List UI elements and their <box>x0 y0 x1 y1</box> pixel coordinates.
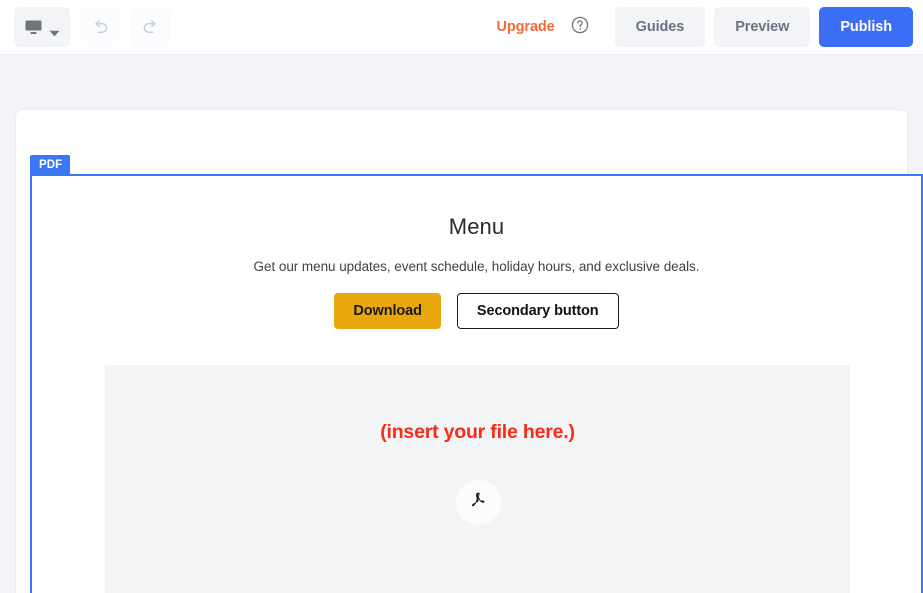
undo-icon <box>91 19 110 35</box>
page-canvas: PDF Menu Get our menu updates, event sch… <box>16 110 923 593</box>
redo-icon <box>141 19 160 35</box>
editor-workspace: PDF Menu Get our menu updates, event sch… <box>0 55 923 593</box>
chevron-down-icon <box>49 24 60 36</box>
section-button-row: Download Secondary button <box>32 293 921 329</box>
redo-button[interactable] <box>130 7 170 47</box>
help-circle-icon <box>571 16 589 39</box>
secondary-button[interactable]: Secondary button <box>456 293 619 329</box>
pdf-acrobat-icon <box>468 490 489 516</box>
toolbar-left-group <box>14 7 170 47</box>
file-dropzone[interactable]: (insert your file here.) <box>105 365 850 593</box>
help-button[interactable] <box>567 7 593 47</box>
device-view-selector[interactable] <box>14 7 70 47</box>
guides-button[interactable]: Guides <box>614 7 706 47</box>
top-toolbar: Upgrade Guides Preview Publish <box>0 0 923 55</box>
download-button[interactable]: Download <box>334 293 441 329</box>
section-heading[interactable]: Menu <box>32 214 921 240</box>
section-subtitle[interactable]: Get our menu updates, event schedule, ho… <box>32 259 921 274</box>
toolbar-right-group: Upgrade Guides Preview Publish <box>497 7 913 47</box>
undo-button[interactable] <box>80 7 120 47</box>
monitor-icon <box>25 20 42 35</box>
publish-button[interactable]: Publish <box>819 7 913 47</box>
pdf-section-selected[interactable]: PDF Menu Get our menu updates, event sch… <box>30 155 923 593</box>
pdf-file-icon-container[interactable] <box>455 480 501 525</box>
section-type-badge[interactable]: PDF <box>30 155 71 174</box>
preview-button[interactable]: Preview <box>714 7 811 47</box>
upgrade-link[interactable]: Upgrade <box>497 7 555 47</box>
dropzone-placeholder-text: (insert your file here.) <box>380 421 575 443</box>
